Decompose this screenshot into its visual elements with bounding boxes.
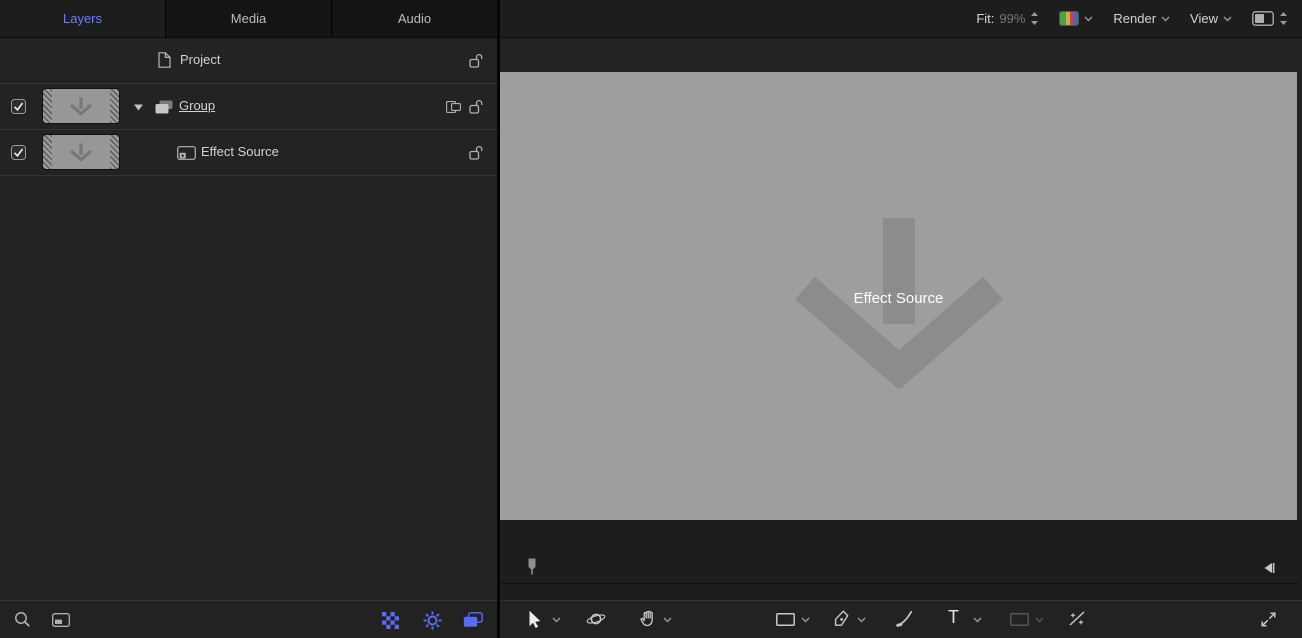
project-label: Project: [180, 52, 220, 67]
canvas-area: Effect Source: [500, 38, 1302, 520]
fullscreen-expand-icon[interactable]: [1260, 611, 1277, 628]
select-tool[interactable]: [528, 610, 542, 628]
zoom-control[interactable]: Fit: 99%: [976, 11, 1039, 26]
mini-timeline[interactable]: [500, 520, 1302, 600]
group-icon: [155, 100, 173, 114]
gear-icon[interactable]: [423, 611, 442, 630]
view-label: View: [1190, 11, 1218, 26]
channels-control[interactable]: [1059, 11, 1093, 26]
rectangle-shape-tool[interactable]: [776, 613, 795, 626]
canvas-tools-bar: T: [500, 600, 1302, 638]
tab-layers[interactable]: Layers: [0, 0, 166, 37]
group-row[interactable]: Group: [0, 84, 497, 130]
project-row[interactable]: Project: [0, 38, 497, 84]
paint-stroke-tool[interactable]: [896, 610, 913, 627]
bezier-pen-tool[interactable]: [834, 610, 849, 627]
chevron-down-icon[interactable]: [857, 617, 866, 623]
hand-tool[interactable]: [640, 610, 657, 627]
chevron-down-icon: [1223, 16, 1232, 22]
timeline-end-marker-icon[interactable]: [1263, 562, 1275, 574]
group-thumbnail[interactable]: [42, 88, 120, 124]
chevron-down-icon[interactable]: [973, 617, 982, 623]
zoom-value: 99%: [999, 11, 1025, 26]
chevron-down-icon: [1035, 617, 1044, 623]
adjust-glint-tool[interactable]: [1068, 610, 1086, 627]
group-checkbox[interactable]: [11, 99, 26, 114]
effect-source-row[interactable]: Effect Source: [0, 130, 497, 176]
group-label[interactable]: Group: [179, 98, 215, 113]
chevron-down-icon: [1161, 16, 1170, 22]
render-label: Render: [1113, 11, 1156, 26]
canvas-viewer: Fit: 99% Render View: [500, 0, 1302, 638]
canvas-placeholder-label: Effect Source: [500, 290, 1297, 307]
effect-source-label: Effect Source: [201, 144, 279, 159]
display-icon: [1252, 11, 1274, 26]
layers-list-icon[interactable]: [463, 612, 483, 628]
document-icon: [158, 52, 171, 68]
orbit-3d-tool[interactable]: [586, 611, 606, 627]
disclosure-triangle-icon[interactable]: [134, 104, 143, 111]
layers-panel: Layers Media Audio Project: [0, 0, 497, 638]
chevron-down-icon[interactable]: [801, 617, 810, 623]
transparency-checker-icon[interactable]: [382, 612, 399, 629]
color-channels-icon: [1059, 11, 1079, 26]
search-icon[interactable]: [14, 611, 31, 628]
effect-source-icon: [177, 146, 196, 160]
stepper-icon[interactable]: [1030, 11, 1039, 26]
layers-panel-footer: [0, 600, 497, 638]
view-menu[interactable]: View: [1190, 11, 1232, 26]
chevron-down-icon[interactable]: [663, 617, 672, 623]
playhead-marker-icon[interactable]: [527, 558, 537, 575]
motion-window: Layers Media Audio Project: [0, 0, 1302, 638]
tab-audio[interactable]: Audio: [332, 0, 497, 37]
lock-icon[interactable]: [469, 145, 483, 160]
chevron-down-icon: [1084, 16, 1093, 22]
display-layout-control[interactable]: [1252, 11, 1288, 26]
effect-source-checkbox[interactable]: [11, 145, 26, 160]
tab-media[interactable]: Media: [166, 0, 332, 37]
canvas[interactable]: Effect Source: [500, 72, 1297, 520]
stepper-icon[interactable]: [1279, 11, 1288, 26]
chevron-down-icon[interactable]: [552, 617, 561, 623]
blend-mode-icon[interactable]: [446, 101, 461, 113]
text-tool[interactable]: T: [948, 608, 959, 626]
filter-frame-icon[interactable]: [52, 613, 70, 627]
lock-icon[interactable]: [469, 53, 483, 68]
fit-label: Fit:: [976, 11, 994, 26]
viewer-toolbar: Fit: 99% Render View: [500, 0, 1302, 38]
effect-source-thumbnail[interactable]: [42, 134, 120, 170]
timeline-track: [500, 583, 1297, 584]
mask-tool-disabled: [1010, 613, 1029, 626]
lock-icon[interactable]: [469, 99, 483, 114]
panel-tabbar: Layers Media Audio: [0, 0, 497, 38]
render-menu[interactable]: Render: [1113, 11, 1170, 26]
